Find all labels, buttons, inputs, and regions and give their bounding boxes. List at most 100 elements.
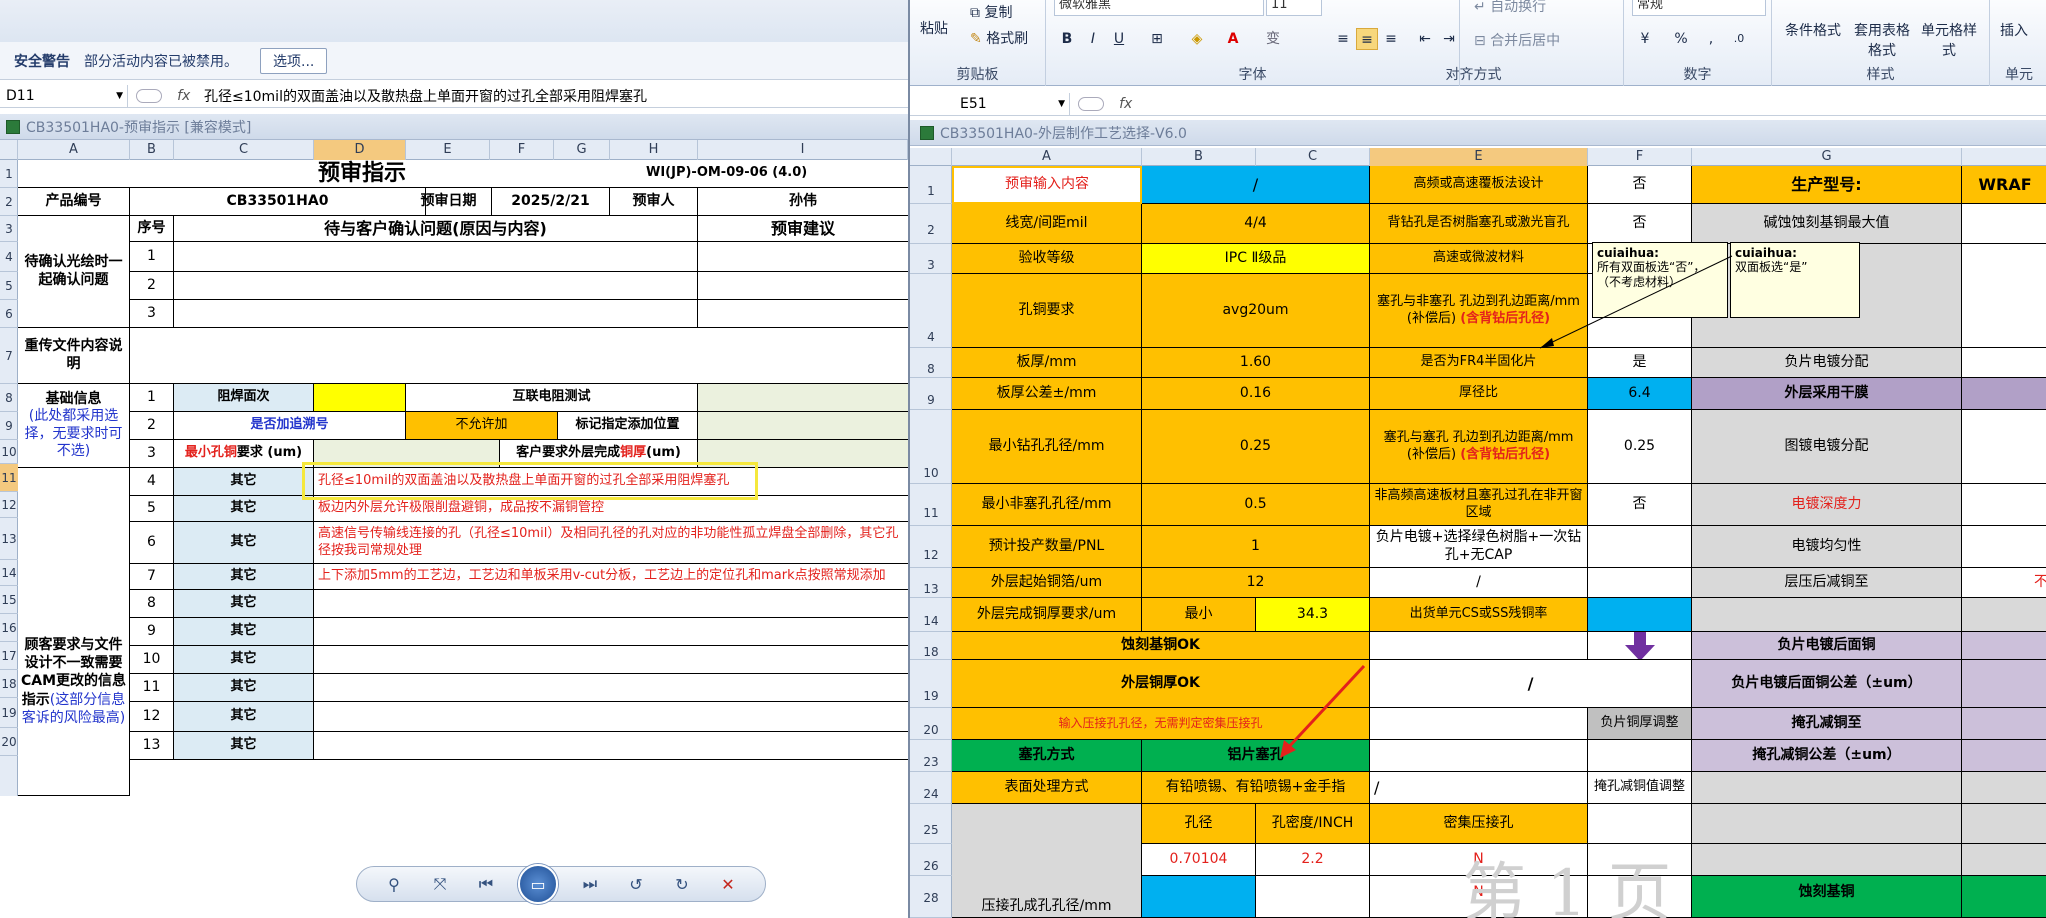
col-header-g[interactable]: G	[554, 140, 610, 160]
row-header[interactable]: 9	[0, 412, 18, 440]
row-header[interactable]: 13	[0, 518, 18, 560]
row-header[interactable]: 20	[0, 728, 18, 756]
row-header[interactable]: 14	[910, 598, 952, 632]
col-header-g[interactable]: G	[1692, 148, 1962, 166]
row-header[interactable]: 4	[910, 274, 952, 348]
merge-center-button[interactable]: ⊟ 合并后居中	[1474, 30, 1560, 50]
border-icon[interactable]: ⊞	[1146, 28, 1168, 50]
format-painter-button[interactable]: ✎ 格式刷	[970, 28, 1028, 48]
row-header[interactable]: 14	[0, 560, 18, 586]
chevron-down-icon[interactable]: ▼	[1058, 93, 1065, 115]
col-header-h[interactable]: H	[610, 140, 698, 160]
row-header[interactable]: 19	[910, 660, 952, 708]
row-header[interactable]: 19	[0, 698, 18, 728]
insert-button[interactable]: 插入	[2000, 20, 2028, 40]
basic-row-value2[interactable]	[698, 384, 908, 412]
retransmit-content[interactable]	[130, 328, 908, 384]
indent-decrease-icon[interactable]: ⇤	[1414, 28, 1436, 50]
next-icon[interactable]: ⏭	[576, 870, 604, 898]
row-header[interactable]: 10	[0, 440, 18, 464]
row-header[interactable]: 2	[0, 188, 18, 216]
paste-button[interactable]: 粘贴	[920, 18, 948, 38]
row-header[interactable]: 12	[910, 526, 952, 568]
col-header-a[interactable]: A	[18, 140, 130, 160]
row-header[interactable]: 9	[910, 378, 952, 410]
decimal-icon[interactable]: .0	[1728, 28, 1750, 50]
rotate-right-icon[interactable]: ↻	[668, 870, 696, 898]
basic-row-value[interactable]	[314, 384, 406, 412]
col-header-f[interactable]: F	[1588, 148, 1692, 166]
row-header[interactable]: 26	[910, 844, 952, 876]
other-row-text[interactable]	[314, 618, 908, 646]
other-row-text[interactable]	[314, 590, 908, 618]
row-header[interactable]: 1	[0, 160, 18, 188]
col-header-i[interactable]: I	[698, 140, 908, 160]
percent-button[interactable]: %	[1670, 28, 1692, 50]
underline-button[interactable]: U	[1108, 28, 1130, 50]
row-header[interactable]: 8	[0, 384, 18, 412]
confirm-row-suggest[interactable]	[698, 242, 908, 272]
number-format-select[interactable]: 常规	[1632, 0, 1766, 16]
col-header-f[interactable]: F	[490, 140, 554, 160]
row-header[interactable]: 18	[0, 670, 18, 698]
close-icon[interactable]: ✕	[714, 870, 742, 898]
conditional-format-button[interactable]: 条件格式	[1780, 20, 1846, 40]
cell-styles-button[interactable]: 单元格样式	[1918, 20, 1980, 60]
right-name-box[interactable]: E51 ▼	[910, 92, 1070, 115]
product-value[interactable]: CB33501HA0	[130, 188, 426, 216]
row-header[interactable]: 3	[910, 244, 952, 274]
row-header[interactable]: 8	[910, 348, 952, 378]
row-header[interactable]: 3	[0, 216, 18, 242]
row-header[interactable]: 5	[0, 272, 18, 300]
col-header-e[interactable]: E	[406, 140, 490, 160]
row-header[interactable]: 13	[910, 568, 952, 598]
font-size-select[interactable]: 11	[1266, 0, 1322, 16]
confirm-row-suggest[interactable]	[698, 300, 908, 328]
row-header[interactable]: 11	[910, 484, 952, 526]
date-value[interactable]: 2025/2/21	[492, 188, 610, 216]
row-header[interactable]: 24	[910, 772, 952, 804]
col-header-c[interactable]: C	[174, 140, 314, 160]
other-row-text[interactable]	[314, 674, 908, 702]
bold-button[interactable]: B	[1056, 28, 1078, 50]
basic-row-value2[interactable]	[698, 412, 908, 440]
align-center-icon[interactable]: ≡	[1356, 28, 1378, 50]
font-color-button[interactable]: A	[1222, 28, 1244, 50]
select-all-corner[interactable]	[910, 148, 952, 166]
row-header[interactable]: 4	[0, 242, 18, 272]
basic-row-value2[interactable]	[698, 440, 908, 468]
wrap-text-button[interactable]: ↵ 自动换行	[1474, 0, 1546, 16]
security-options-button[interactable]: 选项...	[260, 47, 328, 74]
row-header[interactable]: 12	[0, 492, 18, 518]
comma-button[interactable]: ,	[1700, 28, 1722, 50]
basic-row-value[interactable]	[314, 440, 500, 468]
row-header[interactable]: 7	[0, 328, 18, 384]
rotate-left-icon[interactable]: ↺	[622, 870, 650, 898]
fx-icon[interactable]: fx	[1119, 96, 1132, 112]
prev-icon[interactable]: ⏮	[472, 870, 500, 898]
confirm-row-issue[interactable]	[174, 272, 698, 300]
fit-icon[interactable]: ⤧	[426, 870, 454, 898]
confirm-row-issue[interactable]	[174, 300, 698, 328]
row-header[interactable]: 6	[0, 300, 18, 328]
col-header-h[interactable]	[1962, 148, 2046, 166]
zoom-icon[interactable]: ⚲	[380, 870, 408, 898]
other-row-text[interactable]: 孔径≤10mil的双面盖油以及散热盘上单面开窗的过孔全部采用阻焊塞孔	[314, 468, 908, 496]
copy-button[interactable]: ⧉ 复制	[970, 2, 1012, 22]
row-header[interactable]: 20	[910, 708, 952, 740]
confirm-row-issue[interactable]	[174, 242, 698, 272]
basic-row-value[interactable]: 不允许加	[406, 412, 558, 440]
confirm-row-suggest[interactable]	[698, 272, 908, 300]
row-header[interactable]: 15	[0, 586, 18, 614]
slideshow-icon[interactable]: ▭	[518, 864, 558, 904]
col-header-c[interactable]: C	[1256, 148, 1370, 166]
align-right-icon[interactable]: ≡	[1380, 28, 1402, 50]
other-row-text[interactable]: 上下添加5mm的工艺边，工艺边和单板采用v-cut分板，工艺边上的定位孔和mar…	[314, 564, 908, 590]
col-header-a[interactable]: A	[952, 148, 1142, 166]
left-formula-input[interactable]: 孔径≤10mil的双面盖油以及散热盘上单面开窗的过孔全部采用阻焊塞孔	[198, 86, 647, 106]
other-row-text[interactable]: 板边内外层允许极限削盘避铜，成品按不漏铜管控	[314, 496, 908, 522]
fill-color-icon[interactable]: ◈	[1186, 28, 1208, 50]
row-header[interactable]: 10	[910, 410, 952, 484]
col-header-e[interactable]: E	[1370, 148, 1588, 166]
row-header[interactable]: 1	[910, 166, 952, 204]
